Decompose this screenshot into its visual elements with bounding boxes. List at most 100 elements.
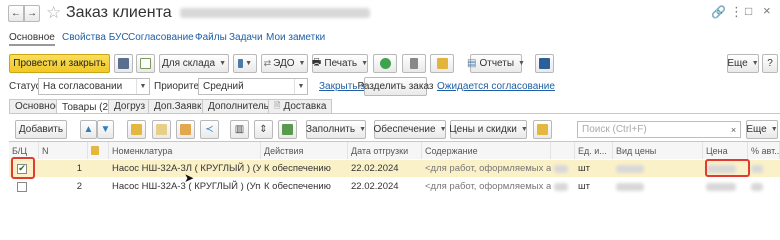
row-price[interactable] xyxy=(703,178,748,195)
blurred-value xyxy=(616,164,644,173)
edo-button[interactable]: ⇄ ЭДО ▼ xyxy=(261,54,308,73)
column-header-item[interactable]: Номенклатура xyxy=(109,142,261,159)
tabs-divider xyxy=(9,113,780,114)
close-icon[interactable]: × xyxy=(763,3,771,18)
checkbox-unchecked[interactable] xyxy=(17,181,27,192)
table-row[interactable]: ✔ 1 Насос НШ-32А-3Л ( КРУГЛЫЙ ) (Упа... … xyxy=(9,160,780,177)
prices-discounts-button[interactable]: Цены и скидки ▼ xyxy=(449,120,528,139)
arrow-up-icon: ▲ xyxy=(83,124,94,135)
edo-label: ЭДО xyxy=(273,58,295,69)
column-header-unit[interactable]: Ед. и... xyxy=(575,142,613,159)
arrow-left-icon: ← xyxy=(11,8,21,19)
blurred-value xyxy=(751,164,763,173)
help-button[interactable]: ? xyxy=(762,54,778,73)
window-title-text: Заказ клиента xyxy=(66,4,172,21)
select-button[interactable]: ⇕ xyxy=(254,120,273,139)
folder-button[interactable] xyxy=(533,120,552,139)
column-header-actions[interactable]: Действия xyxy=(261,142,348,159)
more-actions-button[interactable]: Еще ▼ xyxy=(727,54,759,73)
maximize-icon[interactable]: □ xyxy=(745,4,752,18)
supply-button[interactable]: Обеспечение ▼ xyxy=(373,120,447,139)
checklist-icon xyxy=(282,124,293,135)
share-icon: ≺ xyxy=(205,124,214,135)
row-content: <для работ, оформляемых акто... xyxy=(425,181,551,192)
fill-button[interactable]: Заполнить ▼ xyxy=(306,120,366,139)
table-button[interactable] xyxy=(176,120,195,139)
split-order-button[interactable]: Разделить заказ xyxy=(358,77,434,96)
chevron-down-icon: ▼ xyxy=(219,60,227,67)
tab-delivery-label: Доставка xyxy=(283,101,327,112)
reports-button[interactable]: ▤ Отчеты ▼ xyxy=(467,54,525,73)
document-check-icon xyxy=(140,58,151,69)
nav-link-main[interactable]: Основное xyxy=(9,32,55,46)
column-header-price-type[interactable]: Вид цены xyxy=(613,142,703,159)
attachments-button[interactable] xyxy=(430,54,454,73)
chevron-down-icon: ▼ xyxy=(520,126,528,133)
nav-link-bus[interactable]: Свойства БУС xyxy=(62,32,129,43)
back-button[interactable]: ← xyxy=(8,5,24,22)
column-header-n[interactable]: N xyxy=(39,142,88,159)
search-input[interactable]: Поиск (Ctrl+F) × xyxy=(577,121,741,138)
chevron-down-icon: ▼ xyxy=(245,60,252,67)
document-button[interactable] xyxy=(152,120,171,139)
checklist-button[interactable] xyxy=(278,120,297,139)
forward-button[interactable]: → xyxy=(24,5,40,22)
row-content: <для работ, оформляемых акто... xyxy=(425,163,551,174)
blurred-value xyxy=(751,182,763,191)
column-header-blank[interactable] xyxy=(551,142,575,159)
priority-select[interactable]: Средний ▼ xyxy=(198,78,308,95)
column-header-icon[interactable] xyxy=(88,142,109,159)
blurred-value xyxy=(706,182,736,191)
lock-button[interactable] xyxy=(127,120,146,139)
barcode-icon: ▥ xyxy=(234,124,245,135)
favorite-star-icon[interactable]: ☆ xyxy=(46,3,61,23)
move-down-button[interactable]: ▼ xyxy=(97,120,114,139)
status-button[interactable] xyxy=(373,54,397,73)
barcode-button[interactable]: ▥ xyxy=(230,120,249,139)
tab-delivery[interactable]: 🗎 Доставка xyxy=(268,99,333,113)
column-header-price[interactable]: Цена xyxy=(703,142,748,159)
chevron-down-icon: ▼ xyxy=(294,79,307,94)
tab-extra-load[interactable]: Догруз xyxy=(108,99,152,113)
nav-link-tasks[interactable]: Задачи xyxy=(229,32,263,43)
add-row-button[interactable]: Добавить xyxy=(15,120,67,139)
row-action: К обеспечению xyxy=(264,181,331,192)
grid-more-button[interactable]: Еще ▼ xyxy=(746,120,778,139)
calculator-button[interactable] xyxy=(535,54,554,73)
prices-discounts-label: Цены и скидки xyxy=(449,124,517,135)
calculator-icon xyxy=(539,58,550,69)
list-button[interactable] xyxy=(402,54,426,73)
move-up-button[interactable]: ▲ xyxy=(80,120,97,139)
status-select[interactable]: На согласовании ▼ xyxy=(38,78,150,95)
post-button[interactable] xyxy=(136,54,155,73)
share-button[interactable]: ≺ xyxy=(200,120,219,139)
chevron-down-icon: ▼ xyxy=(359,126,367,133)
chevron-down-icon: ▼ xyxy=(770,126,778,133)
clear-search-icon[interactable]: × xyxy=(727,122,740,137)
column-header-ship-date[interactable]: Дата отгрузки xyxy=(348,142,422,159)
supply-label: Обеспечение xyxy=(373,124,436,135)
grid-more-label: Еще xyxy=(746,124,767,135)
table-row[interactable]: 2 Насос НШ-32А-3 ( КРУГЛЫЙ ) (Упа... К о… xyxy=(9,178,780,195)
structure-button[interactable]: ▼ xyxy=(233,54,257,73)
arrow-down-icon: ▼ xyxy=(100,124,111,135)
post-and-close-button[interactable]: Провести и закрыть xyxy=(9,54,110,73)
row-checkbox-cell[interactable] xyxy=(9,178,39,195)
nav-link-notes[interactable]: Мои заметки xyxy=(266,32,325,43)
for-warehouse-button[interactable]: Для склада ▼ xyxy=(159,54,229,73)
column-header-content[interactable]: Содержание xyxy=(422,142,551,159)
awaiting-approval-link[interactable]: Ожидается согласование xyxy=(437,81,555,92)
print-button[interactable]: 🖶 Печать ▼ xyxy=(312,54,368,73)
reports-label: Отчеты xyxy=(479,58,515,69)
nav-link-approval[interactable]: Согласование xyxy=(128,32,194,43)
link-icon[interactable]: 🔗 xyxy=(711,5,726,19)
highlight-price xyxy=(705,159,750,177)
save-button[interactable] xyxy=(114,54,133,73)
report-icon: ▤ xyxy=(467,58,477,69)
priority-value: Средний xyxy=(203,81,244,92)
chevron-down-icon: ▼ xyxy=(439,126,447,133)
more-vertical-icon[interactable]: ⋮ xyxy=(730,4,743,20)
column-header-auto-percent[interactable]: % авт... xyxy=(748,142,780,159)
document-icon xyxy=(91,146,99,155)
nav-link-files[interactable]: Файлы xyxy=(195,32,227,43)
